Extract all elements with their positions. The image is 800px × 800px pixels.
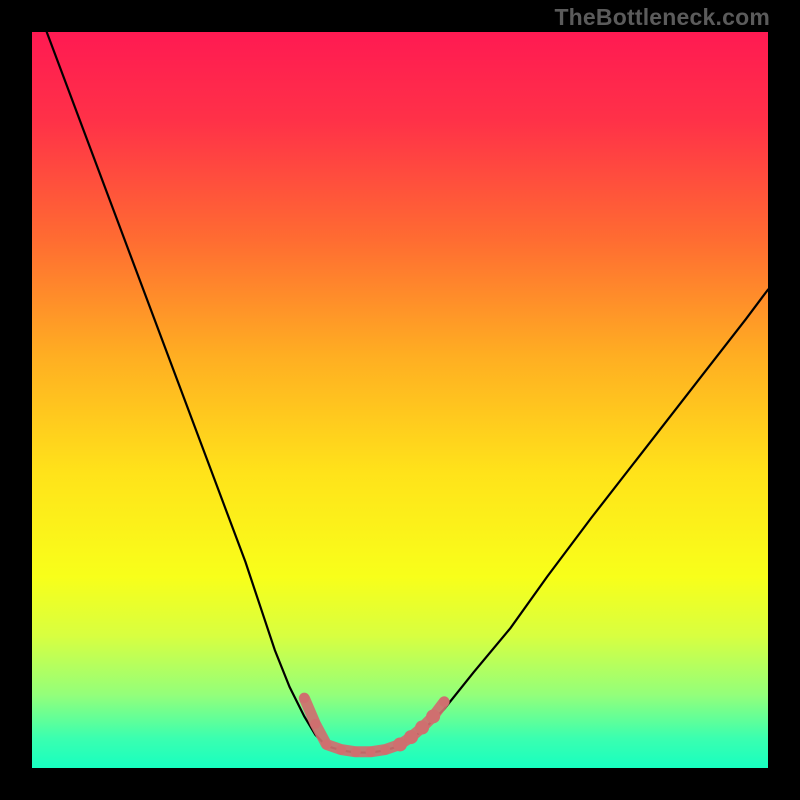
valley-marker: [336, 745, 346, 755]
valley-marker: [351, 747, 361, 757]
plot-area: [32, 32, 768, 768]
curve-layer: [32, 32, 768, 768]
outer-frame: TheBottleneck.com: [0, 0, 800, 800]
valley-marker: [366, 747, 376, 757]
valley-marker: [439, 697, 449, 707]
valley-marker: [310, 719, 320, 729]
valley-marker: [299, 693, 309, 703]
watermark-text: TheBottleneck.com: [554, 4, 770, 31]
valley-marker: [426, 709, 440, 723]
valley-marker: [380, 745, 390, 755]
bottleneck-curve: [47, 32, 768, 753]
valley-marker: [404, 730, 418, 744]
valley-marker: [321, 739, 331, 749]
valley-marker: [415, 721, 429, 735]
